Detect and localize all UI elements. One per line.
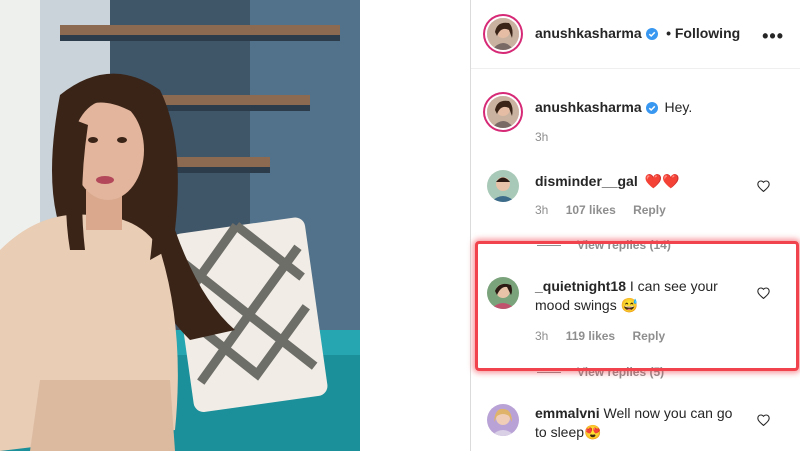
comments-panel: anushkasharma • Following ••• anushkasha… <box>471 0 800 451</box>
caption-avatar[interactable] <box>487 96 519 128</box>
comment-item: emmalvni Well now you can go to sleep😍 <box>471 402 800 451</box>
post-header: anushkasharma • Following ••• <box>471 0 800 69</box>
caption-time[interactable]: 3h <box>535 130 548 144</box>
comment-username[interactable]: emmalvni <box>535 405 600 421</box>
media-gutter <box>360 0 471 451</box>
comment-time[interactable]: 3h <box>535 203 548 217</box>
more-options-icon[interactable]: ••• <box>762 26 784 47</box>
view-replies-line <box>537 372 561 374</box>
comment-text: ❤️❤️ <box>644 173 680 189</box>
following-button[interactable]: • Following <box>666 25 740 41</box>
post-image[interactable] <box>0 0 360 451</box>
verified-badge-icon <box>645 100 658 119</box>
commenter-avatar[interactable] <box>487 170 519 202</box>
post-caption: anushkasharma Hey. 3h <box>471 92 800 152</box>
heart-outline-icon[interactable] <box>757 179 770 197</box>
reply-button[interactable]: Reply <box>633 203 666 217</box>
verified-badge-icon <box>645 27 658 45</box>
caption-text: Hey. <box>664 99 693 115</box>
author-avatar[interactable] <box>487 18 519 50</box>
comment-likes[interactable]: 107 likes <box>566 203 616 217</box>
comment-username[interactable]: disminder__gal <box>535 173 638 189</box>
caption-username[interactable]: anushkasharma <box>535 99 642 115</box>
highlight-box <box>475 241 799 371</box>
heart-outline-icon[interactable] <box>757 413 770 431</box>
commenter-avatar[interactable] <box>487 404 519 436</box>
author-username[interactable]: anushkasharma <box>535 25 642 41</box>
